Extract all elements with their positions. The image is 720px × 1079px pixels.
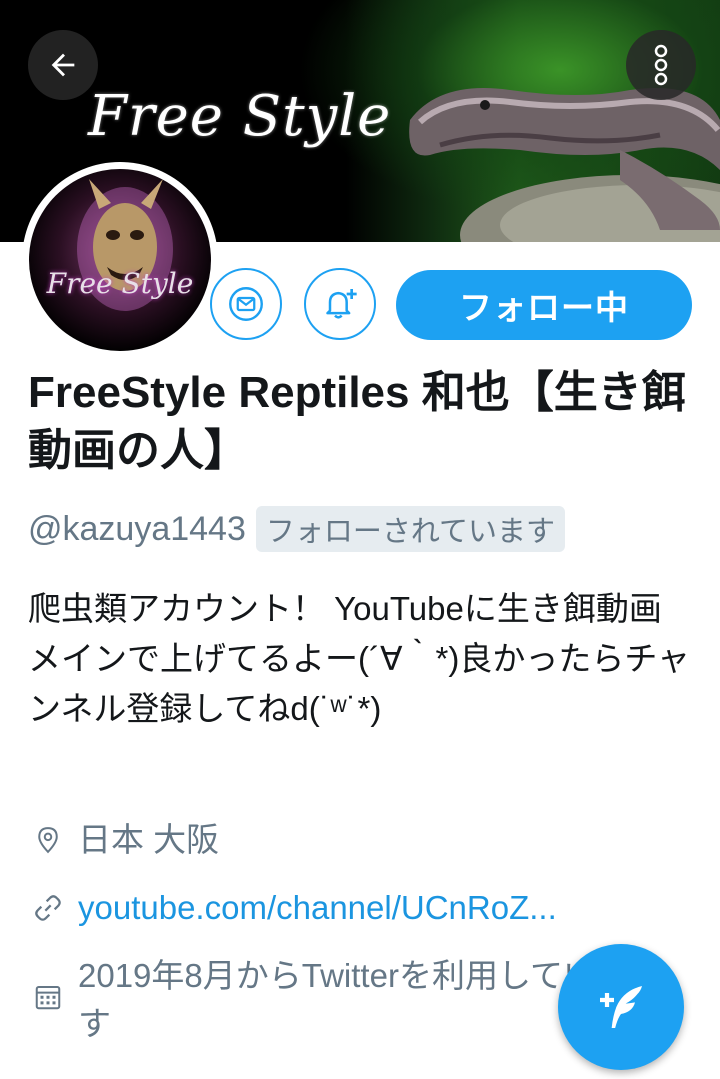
website-link[interactable]: youtube.com/channel/UCnRoZ... bbox=[78, 884, 557, 932]
more-options-button[interactable] bbox=[626, 30, 696, 100]
profile-page: Free Style Free Style フォロー中 FreeStyle Re… bbox=[0, 0, 720, 1079]
back-button[interactable] bbox=[28, 30, 98, 100]
bell-plus-icon bbox=[326, 289, 357, 319]
arrow-left-icon bbox=[51, 53, 75, 77]
notifications-button[interactable] bbox=[304, 268, 376, 340]
handle-row: @kazuya1443 フォローされています bbox=[28, 506, 566, 552]
compose-tweet-button[interactable] bbox=[558, 944, 684, 1070]
oni-mask-graphic bbox=[77, 179, 173, 311]
follows-you-badge: フォローされています bbox=[255, 506, 566, 552]
location-row: 日本 大阪 bbox=[28, 816, 219, 864]
location-text: 日本 大阪 bbox=[78, 821, 220, 858]
profile-avatar[interactable]: Free Style bbox=[22, 162, 218, 358]
mail-icon bbox=[229, 287, 263, 321]
avatar-image: Free Style bbox=[29, 169, 211, 351]
profile-bio: 爬虫類アカウント！ YouTubeに生き餌動画メインで上げてるよー(´∀｀*)良… bbox=[28, 590, 691, 727]
compose-feather-icon bbox=[600, 986, 642, 1028]
calendar-icon bbox=[28, 952, 68, 1042]
display-name: FreeStyle Reptiles 和也【生き餌動画の人】 bbox=[28, 368, 686, 475]
following-button[interactable]: フォロー中 bbox=[396, 270, 692, 340]
link-icon bbox=[28, 884, 68, 932]
location-pin-icon bbox=[28, 816, 68, 864]
more-vertical-icon bbox=[654, 44, 668, 86]
avatar-logo-text: Free Style bbox=[46, 267, 194, 300]
banner-logo-text: Free Style bbox=[88, 84, 392, 149]
message-button[interactable] bbox=[210, 268, 282, 340]
user-handle: @kazuya1443 bbox=[28, 509, 246, 548]
website-row: youtube.com/channel/UCnRoZ... bbox=[28, 884, 557, 932]
